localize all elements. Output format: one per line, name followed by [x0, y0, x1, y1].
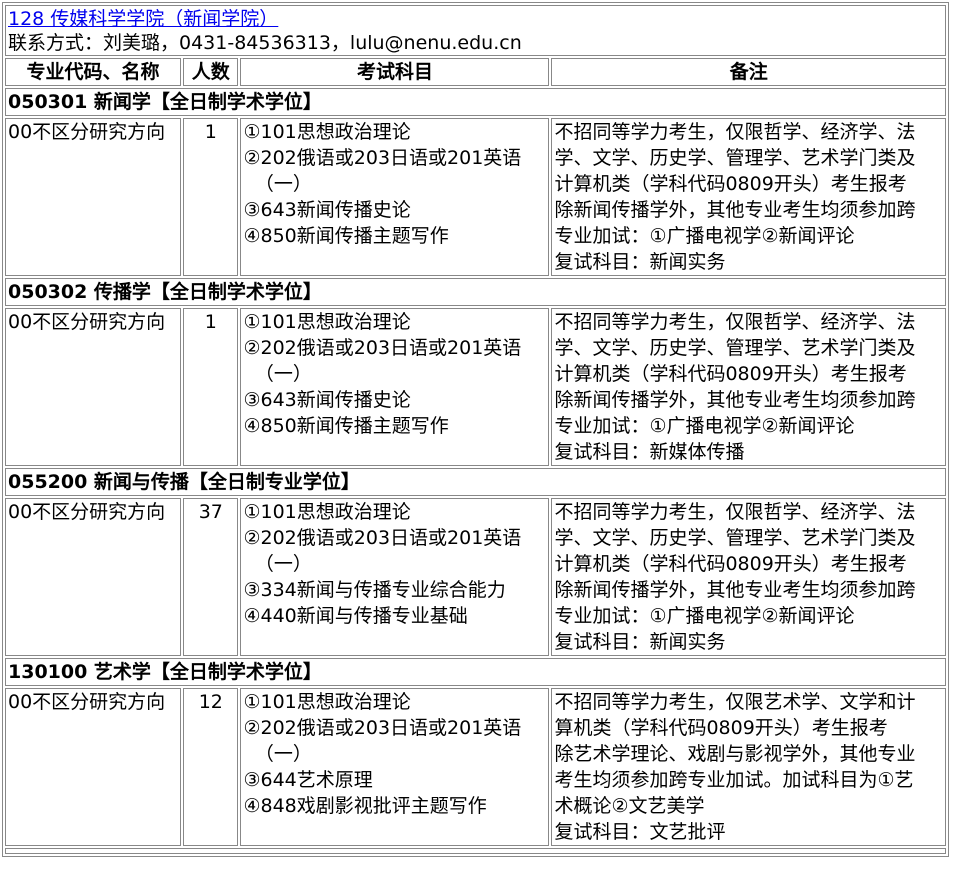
note-line: 除新闻传播学外，其他专业考生均须参加跨	[554, 579, 916, 601]
direction-cell: 00不区分研究方向	[5, 498, 182, 656]
notes-cell: 不招同等学力考生，仅限艺术学、文学和计 算机类（学科代码0809开头）考生报考 …	[551, 688, 946, 846]
direction-cell: 00不区分研究方向	[5, 118, 182, 276]
subject-line: ④848戏剧影视批评主题写作	[243, 795, 487, 817]
major-detail-row: 00不区分研究方向 1 ①101思想政治理论 ②202俄语或203日语或201英…	[5, 308, 946, 466]
note-line: 不招同等学力考生，仅限艺术学、文学和计	[554, 691, 916, 713]
subjects-cell: ①101思想政治理论 ②202俄语或203日语或201英语 （一） ③334新闻…	[240, 498, 550, 656]
note-line: 不招同等学力考生，仅限哲学、经济学、法	[554, 311, 916, 333]
subject-line: ①101思想政治理论	[243, 691, 411, 713]
major-title-row: 050301 新闻学【全日制学术学位】	[5, 88, 946, 116]
major-detail-row: 00不区分研究方向 37 ①101思想政治理论 ②202俄语或203日语或201…	[5, 498, 946, 656]
count-cell: 37	[183, 498, 239, 656]
subjects-cell: ①101思想政治理论 ②202俄语或203日语或201英语 （一） ③643新闻…	[240, 118, 550, 276]
subjects-cell: ①101思想政治理论 ②202俄语或203日语或201英语 （一） ③644艺术…	[240, 688, 550, 846]
major-title: 130100 艺术学【全日制学术学位】	[5, 658, 946, 686]
note-line: 算机类（学科代码0809开头）考生报考	[554, 717, 888, 739]
subject-line: ④850新闻传播主题写作	[243, 225, 449, 247]
major-title-row: 055200 新闻与传播【全日制专业学位】	[5, 468, 946, 496]
notes-cell: 不招同等学力考生，仅限哲学、经济学、法 学、文学、历史学、管理学、艺术学门类及 …	[551, 498, 946, 656]
major-title: 055200 新闻与传播【全日制专业学位】	[5, 468, 946, 496]
count-cell: 1	[183, 118, 239, 276]
note-line: 计算机类（学科代码0809开头）考生报考	[554, 553, 907, 575]
subject-line: ①101思想政治理论	[243, 311, 411, 333]
major-title-row: 130100 艺术学【全日制学术学位】	[5, 658, 946, 686]
subject-line: ③644艺术原理	[243, 769, 373, 791]
subject-line: ①101思想政治理论	[243, 501, 411, 523]
column-header-row: 专业代码、名称 人数 考试科目 备注	[5, 58, 946, 86]
major-detail-row: 00不区分研究方向 1 ①101思想政治理论 ②202俄语或203日语或201英…	[5, 118, 946, 276]
dept-header-cell: 128 传媒科学学院（新闻学院） 联系方式：刘美璐，0431-84536313，…	[5, 5, 946, 56]
note-line: 考生均须参加跨专业加试。加试科目为①艺	[554, 769, 914, 791]
note-line: 专业加试：①广播电视学②新闻评论	[554, 605, 855, 627]
note-line: 学、文学、历史学、管理学、艺术学门类及	[554, 337, 916, 359]
column-header-subjects: 考试科目	[240, 58, 550, 86]
subjects-cell: ①101思想政治理论 ②202俄语或203日语或201英语 （一） ③643新闻…	[240, 308, 550, 466]
subject-line: ③334新闻与传播专业综合能力	[243, 579, 506, 601]
notes-cell: 不招同等学力考生，仅限哲学、经济学、法 学、文学、历史学、管理学、艺术学门类及 …	[551, 308, 946, 466]
note-line: 复试科目：新媒体传播	[554, 441, 745, 463]
column-header-notes: 备注	[551, 58, 946, 86]
major-detail-row: 00不区分研究方向 12 ①101思想政治理论 ②202俄语或203日语或201…	[5, 688, 946, 846]
subject-line: ①101思想政治理论	[243, 121, 411, 143]
note-line: 除新闻传播学外，其他专业考生均须参加跨	[554, 389, 916, 411]
major-title-row: 050302 传播学【全日制学术学位】	[5, 278, 946, 306]
note-line: 复试科目：文艺批评	[554, 821, 726, 843]
count-cell: 1	[183, 308, 239, 466]
note-line: 学、文学、历史学、管理学、艺术学门类及	[554, 527, 916, 549]
subject-line: ②202俄语或203日语或201英语	[243, 527, 522, 549]
subject-line: ③643新闻传播史论	[243, 199, 411, 221]
subject-line: （一）	[254, 743, 312, 765]
dept-header-row: 128 传媒科学学院（新闻学院） 联系方式：刘美璐，0431-84536313，…	[5, 5, 946, 56]
note-line: 复试科目：新闻实务	[554, 631, 726, 653]
note-line: 学、文学、历史学、管理学、艺术学门类及	[554, 147, 916, 169]
note-line: 专业加试：①广播电视学②新闻评论	[554, 415, 855, 437]
direction-cell: 00不区分研究方向	[5, 688, 182, 846]
major-title: 050302 传播学【全日制学术学位】	[5, 278, 946, 306]
next-section-row	[5, 848, 946, 854]
column-header-count: 人数	[183, 58, 239, 86]
subject-line: （一）	[254, 173, 312, 195]
note-line: 除艺术学理论、戏剧与影视学外，其他专业	[554, 743, 916, 765]
column-header-major: 专业代码、名称	[5, 58, 182, 86]
subject-line: ④440新闻与传播专业基础	[243, 605, 468, 627]
note-line: 术概论②文艺美学	[554, 795, 705, 817]
subject-line: ④850新闻传播主题写作	[243, 415, 449, 437]
note-line: 计算机类（学科代码0809开头）考生报考	[554, 363, 907, 385]
note-line: 除新闻传播学外，其他专业考生均须参加跨	[554, 199, 916, 221]
major-title: 050301 新闻学【全日制学术学位】	[5, 88, 946, 116]
next-section-cell	[5, 848, 946, 854]
note-line: 不招同等学力考生，仅限哲学、经济学、法	[554, 121, 916, 143]
note-line: 复试科目：新闻实务	[554, 251, 726, 273]
subject-line: ②202俄语或203日语或201英语	[243, 147, 522, 169]
direction-cell: 00不区分研究方向	[5, 308, 182, 466]
subject-line: （一）	[254, 553, 312, 575]
contact-info: 联系方式：刘美璐，0431-84536313，lulu@nenu.edu.cn	[8, 32, 522, 54]
subject-line: ②202俄语或203日语或201英语	[243, 337, 522, 359]
dept-link[interactable]: 128 传媒科学学院（新闻学院）	[8, 8, 278, 30]
subject-line: ②202俄语或203日语或201英语	[243, 717, 522, 739]
subject-line: ③643新闻传播史论	[243, 389, 411, 411]
subject-line: （一）	[254, 363, 312, 385]
note-line: 计算机类（学科代码0809开头）考生报考	[554, 173, 907, 195]
count-cell: 12	[183, 688, 239, 846]
admissions-table: 128 传媒科学学院（新闻学院） 联系方式：刘美璐，0431-84536313，…	[2, 2, 949, 857]
notes-cell: 不招同等学力考生，仅限哲学、经济学、法 学、文学、历史学、管理学、艺术学门类及 …	[551, 118, 946, 276]
note-line: 不招同等学力考生，仅限哲学、经济学、法	[554, 501, 916, 523]
note-line: 专业加试：①广播电视学②新闻评论	[554, 225, 855, 247]
